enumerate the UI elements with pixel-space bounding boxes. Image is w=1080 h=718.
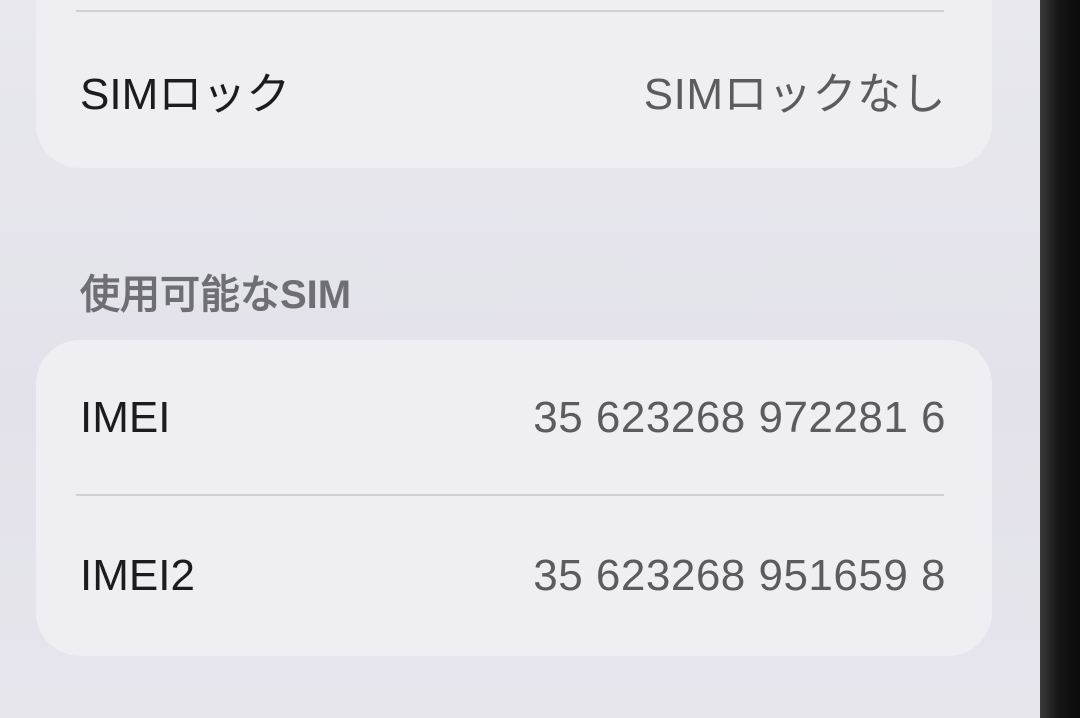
imei2-row: IMEI2 35 623268 951659 8	[36, 526, 992, 626]
sim-lock-value: SIMロックなし	[643, 70, 946, 119]
available-sim-group: IMEI 35 623268 972281 6 IMEI2 35 623268 …	[36, 340, 992, 656]
sim-lock-group: SIMロック SIMロックなし	[36, 0, 992, 168]
imei-row: IMEI 35 623268 972281 6	[36, 368, 992, 468]
device-bezel	[1040, 0, 1080, 718]
sim-lock-row: SIMロック SIMロックなし	[36, 40, 992, 140]
row-divider	[76, 10, 944, 12]
imei-value: 35 623268 972281 6	[533, 393, 946, 442]
sim-lock-label: SIMロック	[80, 70, 291, 119]
imei2-value: 35 623268 951659 8	[533, 551, 946, 600]
row-divider	[76, 494, 944, 496]
imei-label: IMEI	[80, 393, 171, 442]
available-sim-header: 使用可能なSIM	[80, 273, 352, 317]
settings-screen: SIMロック SIMロックなし 使用可能なSIM IMEI 35 623268 …	[0, 0, 1040, 718]
imei2-label: IMEI2	[80, 551, 195, 600]
